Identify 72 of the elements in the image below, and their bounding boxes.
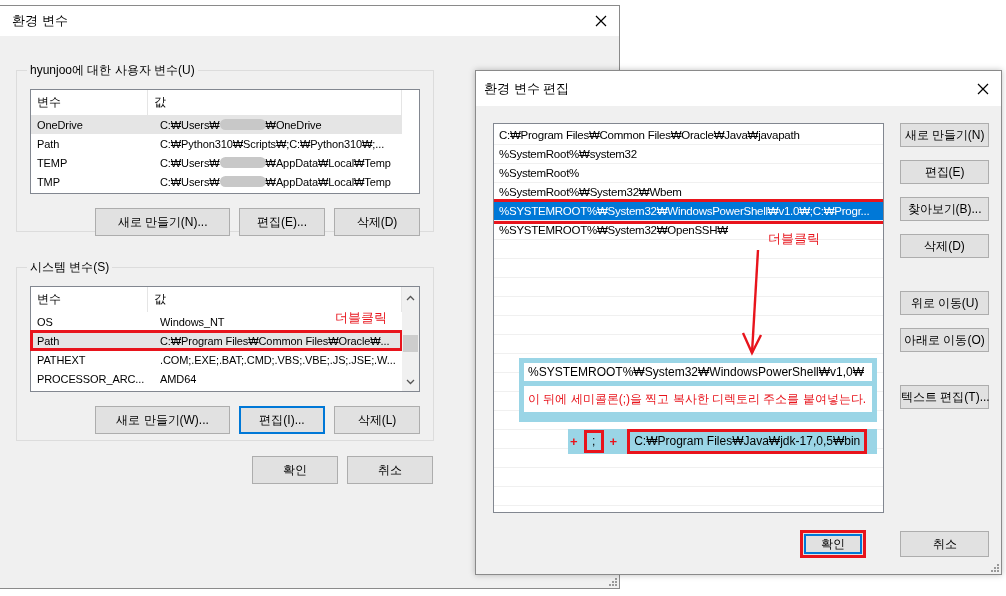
annotation-text: 더블클릭 [335,309,387,327]
table-cell-text: OS [36,315,54,328]
side-button[interactable]: 삭제(D) [900,234,989,258]
plus-sign: + [570,434,578,449]
scroll-down-icon[interactable] [406,379,415,385]
dialog-button[interactable]: 새로 만들기(N)... [95,208,230,236]
table-cell-text: TEMP [36,156,69,169]
dialog-button[interactable]: 편집(I)... [239,406,325,434]
list-row[interactable]: OS Windows_NT [31,312,225,331]
list-row[interactable]: PATHEXT .COM;.EXE;.BAT;.CMD;.VBS;.VBE;.JS;.JSE;.W... [31,350,396,369]
arrow-icon [741,249,763,357]
window-title: 환경 변수 편집 [484,79,570,98]
plus-sign: + [609,434,618,449]
scrollbar[interactable] [402,287,419,391]
list-row[interactable]: Path C:₩Python310₩Scripts₩;C:₩Python310₩;... [31,134,385,153]
separator-text: ; [583,430,604,453]
table-cell: C:₩Users₩ [160,175,220,188]
table-cell: C:₩Users₩ [160,156,220,169]
group-label: hyunjoo에 대한 사용자 변수(U) [29,62,196,79]
callout-note: 이 뒤에 세미콜론(;)을 찍고 복사한 디렉토리 주소를 붙여넣는다. [524,386,872,412]
blurred-text [219,176,266,187]
dialog-button[interactable]: 삭제(L) [334,406,420,434]
dialog-button[interactable]: 삭제(D) [334,208,420,236]
path-entry[interactable]: %SystemRoot% [494,164,883,183]
side-button[interactable]: 텍스트 편집(T)... [900,385,989,409]
list-row[interactable]: TMP C:₩Users₩ ₩AppData₩Local₩Temp [31,172,391,191]
side-button[interactable]: 찾아보기(B)... [900,197,989,221]
blurred-text [219,157,266,168]
table-cell-text: OneDrive [36,118,84,131]
group-label: 시스템 변수(S) [29,259,111,276]
table-cell-text: PATHEXT [36,353,87,366]
list-row[interactable]: TEMP C:₩Users₩ ₩AppData₩Local₩Temp [31,153,391,172]
table-cell: C:₩Users₩ [160,118,220,131]
table-cell: ₩OneDrive [265,118,322,131]
blurred-text [219,119,266,130]
dialog-button[interactable]: 취소 [347,456,433,484]
dialog-button[interactable]: 새로 만들기(W)... [95,406,230,434]
table-cell-text: Path [36,334,61,347]
window-title: 환경 변수 [12,12,68,30]
close-icon[interactable] [977,82,989,95]
list-row[interactable]: Path C:₩Program Files₩Common Files₩Oracle₩... [31,331,402,350]
side-button[interactable]: 새로 만들기(N) [900,123,989,147]
table-cell-text: AMD64 [159,372,197,385]
path-entry[interactable]: %SystemRoot%₩system32 [494,145,883,164]
resize-grip-icon[interactable] [609,578,617,586]
close-icon[interactable] [595,15,607,27]
dialog-button[interactable]: 취소 [900,531,989,557]
side-button[interactable]: 위로 이동(U) [900,291,989,315]
scroll-thumb[interactable] [403,335,418,352]
dialog-button[interactable]: 편집(E)... [239,208,325,236]
table-cell-text: Path [36,137,61,150]
table-cell-text: C:₩Python310₩Scripts₩;C:₩Python310₩;... [159,137,385,150]
side-button[interactable]: 편집(E) [900,160,989,184]
table-cell: ₩AppData₩Local₩Temp [265,175,391,188]
list-row[interactable]: PROCESSOR_ARC... AMD64 [31,369,197,388]
table-cell-text: Windows_NT [159,315,225,328]
scroll-up-icon[interactable] [406,295,415,301]
dialog-button[interactable]: 확인 [252,456,338,484]
callout-path: %SYSTEMROOT%₩System32₩WindowsPowerShell₩v1,0₩ [524,363,872,381]
table-cell-text: C:₩Program Files₩Common Files₩Oracle₩... [159,334,391,347]
resize-grip-icon[interactable] [991,564,999,572]
side-button[interactable]: 아래로 이동(O) [900,328,989,352]
table-cell-text: TMP [36,175,61,188]
path-entry[interactable]: C:₩Program Files₩Common Files₩Oracle₩Java₩javapath [494,126,883,145]
dialog-button[interactable]: 확인 [800,530,866,558]
table-cell-text: .COM;.EXE;.BAT;.CMD;.VBS;.VBE;.JS;.JSE;.W... [159,353,396,366]
added-path: C:₩Program Files₩Java₩jdk-17,0,5₩bin [627,429,868,454]
table-cell-text: PROCESSOR_ARC... [36,372,146,385]
column-header[interactable]: 변수 [31,287,148,312]
table-cell: ₩AppData₩Local₩Temp [265,156,391,169]
list-row[interactable]: OneDrive C:₩Users₩ ₩OneDrive [31,115,402,134]
path-entry[interactable]: %SYSTEMROOT%₩System32₩WindowsPowerShell₩v1.0₩;C:₩Progr... [494,202,883,221]
